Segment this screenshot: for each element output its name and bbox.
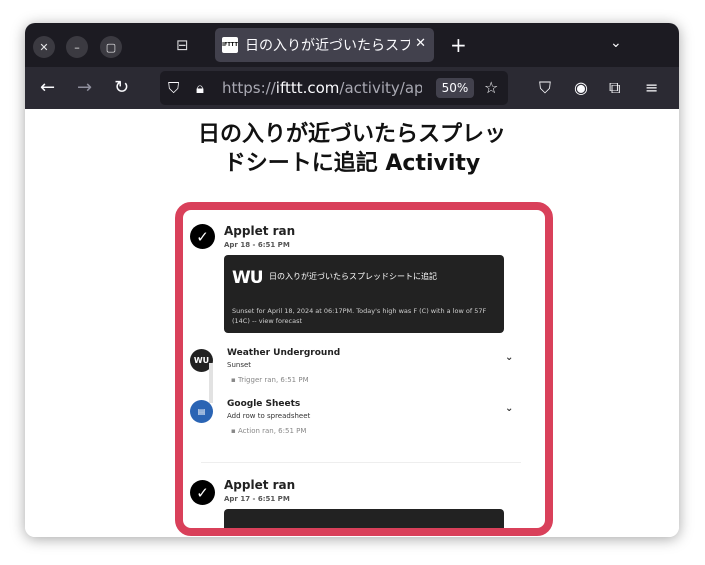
back-icon[interactable]: ←: [40, 77, 55, 98]
browser-window: ✕ – ▢ ⊟ IFTTT 日の入りが近づいたらスプレッドシートに追記 Acti…: [25, 23, 679, 537]
check-icon: ✓: [190, 480, 215, 505]
expand-chevron-icon[interactable]: ⌄: [505, 352, 513, 363]
extensions-icon[interactable]: ⧉: [609, 78, 620, 98]
service-name: Google Sheets: [227, 399, 301, 409]
page-content: 日の入りが近づいたらスプレッ ドシートに追記 Activity ✓ Applet…: [25, 109, 679, 537]
service-sub: Sunset: [227, 361, 252, 369]
service-sub: Add row to spreadsheet: [227, 412, 311, 420]
card-title: 日の入りが近づいたらスプレッドシートに追記: [269, 272, 437, 281]
tab-active[interactable]: IFTTT 日の入りが近づいたらスプレッドシートに追記 Activity ✕: [215, 28, 434, 62]
page-title: 日の入りが近づいたらスプレッ ドシートに追記 Activity: [197, 122, 506, 176]
lock-icon[interactable]: 🔒︎: [196, 79, 204, 97]
timeline-connector: [209, 363, 213, 403]
url-bar[interactable]: ⛉ 🔒︎ https://ifttt.com/activity/applet 5…: [160, 71, 508, 105]
applet-card[interactable]: WU 日の入りが近づいたらスプレッドシートに追記 Sunset for Apri…: [224, 255, 504, 333]
service-meta: ▪ Trigger ran, 6:51 PM: [231, 376, 309, 384]
tab-close-icon[interactable]: ✕: [415, 36, 426, 51]
entry-status: Applet ran: [224, 224, 296, 238]
close-window-icon[interactable]: ✕: [33, 36, 55, 58]
google-sheets-icon: ▤: [190, 400, 213, 423]
entry-status: Applet ran: [224, 478, 296, 492]
entry-date: Apr 17 - 6:51 PM: [224, 495, 290, 503]
weather-underground-logo-icon: WU: [232, 268, 264, 288]
shield-icon[interactable]: ⛉: [168, 79, 179, 97]
url-text[interactable]: https://ifttt.com/activity/applet: [222, 79, 422, 97]
applet-card[interactable]: [224, 509, 504, 528]
reload-icon[interactable]: ↻: [114, 77, 129, 98]
activity-highlight-box: ✓ Applet ran Apr 18 - 6:51 PM WU 日の入りが近づ…: [175, 202, 553, 536]
new-tab-icon[interactable]: +: [450, 33, 467, 57]
tab-manager-icon[interactable]: ⊟: [176, 36, 189, 54]
account-icon[interactable]: ◉: [574, 78, 588, 97]
expand-chevron-icon[interactable]: ⌄: [505, 403, 513, 414]
forward-icon[interactable]: →: [77, 77, 92, 98]
entry-date: Apr 18 - 6:51 PM: [224, 241, 290, 249]
entry-divider: [201, 462, 521, 463]
card-description: Sunset for April 18, 2024 at 06:17PM. To…: [232, 307, 487, 325]
title-bar: ✕ – ▢ ⊟ IFTTT 日の入りが近づいたらスプレッドシートに追記 Acti…: [25, 23, 679, 67]
service-meta: ▪ Action ran, 6:51 PM: [231, 427, 307, 435]
maximize-window-icon[interactable]: ▢: [100, 36, 122, 58]
pocket-icon[interactable]: ⛉: [539, 78, 551, 98]
navigation-toolbar: ← → ↻ ⛉ 🔒︎ https://ifttt.com/activity/ap…: [25, 67, 679, 109]
bookmark-star-icon[interactable]: ☆: [484, 78, 498, 97]
minimize-window-icon[interactable]: –: [66, 36, 88, 58]
tab-title: 日の入りが近づいたらスプレッドシートに追記 Activity: [245, 38, 410, 54]
service-name: Weather Underground: [227, 348, 341, 358]
ifttt-favicon-icon: IFTTT: [222, 37, 238, 53]
check-icon: ✓: [190, 224, 215, 249]
menu-icon[interactable]: ≡: [645, 78, 658, 97]
zoom-level[interactable]: 50%: [436, 78, 474, 98]
list-tabs-chevron-icon[interactable]: ⌄: [610, 35, 622, 51]
